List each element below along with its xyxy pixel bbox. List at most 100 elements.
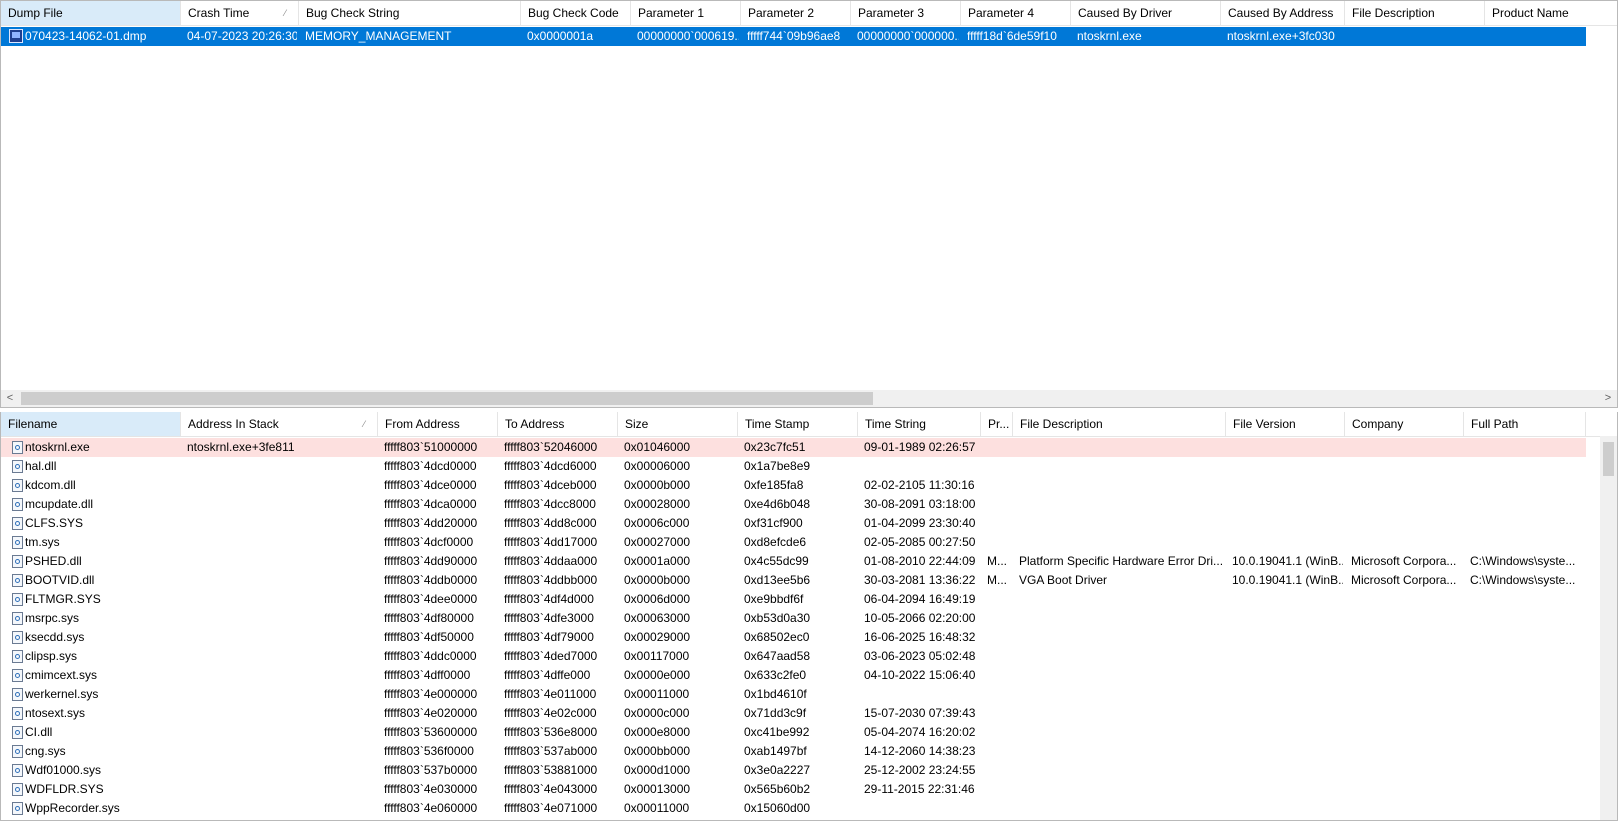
cell-time-string: 01-04-2099 23:30:40 xyxy=(864,516,976,530)
cell-file-version xyxy=(1232,742,1343,761)
cell-from-address: fffff803`4ddc0000 xyxy=(384,649,477,663)
cell-size: 0x00029000 xyxy=(624,630,691,644)
cell-full-path xyxy=(1470,590,1584,609)
module-file-icon xyxy=(12,612,23,625)
column-header-caused-by-driver[interactable]: Caused By Driver xyxy=(1071,1,1221,25)
column-header-crash-time[interactable]: Crash Time ⁄ xyxy=(181,1,299,25)
vertical-scrollbar[interactable] xyxy=(1600,436,1617,820)
cell-address-in-stack xyxy=(187,685,376,704)
driver-row[interactable]: FLTMGR.SYS fffff803`4dee0000 fffff803`4df4… xyxy=(1,590,1586,609)
column-header-dump-file[interactable]: Dump File xyxy=(1,1,181,25)
cell-file-description xyxy=(1351,27,1483,46)
driver-row[interactable]: msrpc.sys fffff803`4df80000 fffff803`4dfe3… xyxy=(1,609,1586,628)
cell-full-path xyxy=(1470,438,1584,457)
column-header-parameter-3[interactable]: Parameter 3 xyxy=(851,1,961,25)
driver-row[interactable]: mcupdate.dll fffff803`4dca0000 fffff803`4d… xyxy=(1,495,1586,514)
driver-row[interactable]: cmimcext.sys fffff803`4dff0000 fffff803`4d… xyxy=(1,666,1586,685)
module-file-icon xyxy=(12,669,23,682)
driver-row[interactable]: WppRecorder.sys fffff803`4e060000 fffff803… xyxy=(1,799,1586,818)
column-header-full-path[interactable]: Full Path xyxy=(1464,412,1586,436)
cell-address-in-stack xyxy=(187,495,376,514)
module-file-icon xyxy=(12,650,23,663)
horizontal-scrollbar[interactable]: < > xyxy=(1,390,1617,407)
driver-row[interactable]: ntosext.sys fffff803`4e020000 fffff803`4e0… xyxy=(1,704,1586,723)
cell-file-description xyxy=(1019,723,1224,742)
scrollbar-thumb[interactable] xyxy=(21,392,873,405)
column-header-time-stamp[interactable]: Time Stamp xyxy=(738,412,858,436)
column-header-label: Address In Stack xyxy=(188,417,279,431)
driver-row[interactable]: werkernel.sys fffff803`4e000000 fffff803`4… xyxy=(1,685,1586,704)
crash-dump-row[interactable]: 070423-14062-01.dmp 04-07-2023 20:26:30 ME… xyxy=(1,27,1586,46)
column-header-label: Parameter 1 xyxy=(638,6,705,20)
column-header-product-name[interactable]: Product Name xyxy=(1485,1,1617,25)
column-header-bug-check-string[interactable]: Bug Check String xyxy=(299,1,521,25)
column-header-filename[interactable]: Filename xyxy=(1,412,181,436)
cell-from-address: fffff803`4e000000 xyxy=(384,687,478,701)
column-header-bug-check-code[interactable]: Bug Check Code xyxy=(521,1,631,25)
column-header-size[interactable]: Size xyxy=(618,412,738,436)
driver-row[interactable]: ksecdd.sys fffff803`4df50000 fffff803`4df7… xyxy=(1,628,1586,647)
scroll-left-icon[interactable]: < xyxy=(1,390,19,407)
driver-row[interactable]: hal.dll fffff803`4dcd0000 fffff803`4dcd600… xyxy=(1,457,1586,476)
cell-to-address: fffff803`4dcd6000 xyxy=(504,459,597,473)
column-header-file-description[interactable]: File Description xyxy=(1013,412,1226,436)
scrollbar-thumb[interactable] xyxy=(1603,442,1614,476)
cell-file-version xyxy=(1232,533,1343,552)
cell-from-address: fffff803`4dce0000 xyxy=(384,478,477,492)
cell-pr xyxy=(987,685,1011,704)
cell-bug-check-string: MEMORY_MANAGEMENT xyxy=(305,29,452,43)
cell-pr xyxy=(987,514,1011,533)
driver-row[interactable]: kdcom.dll fffff803`4dce0000 fffff803`4dceb… xyxy=(1,476,1586,495)
column-header-pr[interactable]: Pr... xyxy=(981,412,1013,436)
column-header-caused-by-address[interactable]: Caused By Address xyxy=(1221,1,1345,25)
driver-row[interactable]: tm.sys fffff803`4dcf0000 fffff803`4dd17000… xyxy=(1,533,1586,552)
cell-time-stamp: 0x633c2fe0 xyxy=(744,668,807,682)
column-header-address-in-stack[interactable]: Address In Stack ⁄ xyxy=(181,412,378,436)
column-header-file-version[interactable]: File Version xyxy=(1226,412,1345,436)
cell-company xyxy=(1351,704,1462,723)
cell-time-string xyxy=(864,457,979,476)
column-header-parameter-2[interactable]: Parameter 2 xyxy=(741,1,851,25)
cell-size: 0x000e8000 xyxy=(624,725,691,739)
driver-row[interactable]: ntoskrnl.exe ntoskrnl.exe+3fe811 fffff803`… xyxy=(1,438,1586,457)
scroll-right-icon[interactable]: > xyxy=(1599,390,1617,407)
cell-file-description: VGA Boot Driver xyxy=(1019,573,1108,587)
cell-to-address: fffff803`4df79000 xyxy=(504,630,594,644)
module-file-icon xyxy=(12,460,23,473)
module-file-icon xyxy=(12,802,23,815)
driver-row[interactable]: CLFS.SYS fffff803`4dd20000 fffff803`4dd8c0… xyxy=(1,514,1586,533)
driver-row[interactable]: Wdf01000.sys fffff803`537b0000 fffff803`53… xyxy=(1,761,1586,780)
cell-filename: ntoskrnl.exe xyxy=(25,440,90,454)
cell-file-description xyxy=(1019,457,1224,476)
cell-parameter-3: 00000000`000000... xyxy=(857,29,959,43)
module-file-icon xyxy=(12,707,23,720)
cell-size: 0x0000b000 xyxy=(624,573,691,587)
column-header-time-string[interactable]: Time String xyxy=(858,412,981,436)
column-header-from-address[interactable]: From Address xyxy=(378,412,498,436)
cell-file-version xyxy=(1232,590,1343,609)
cell-pr xyxy=(987,647,1011,666)
column-header-parameter-1[interactable]: Parameter 1 xyxy=(631,1,741,25)
column-header-file-description[interactable]: File Description xyxy=(1345,1,1485,25)
driver-row[interactable]: WDFLDR.SYS fffff803`4e030000 fffff803`4e04… xyxy=(1,780,1586,799)
column-header-to-address[interactable]: To Address xyxy=(498,412,618,436)
column-header-company[interactable]: Company xyxy=(1345,412,1464,436)
dump-file-icon xyxy=(9,29,23,43)
driver-row[interactable]: PSHED.dll fffff803`4dd90000 fffff803`4ddaa… xyxy=(1,552,1586,571)
cell-file-version: 10.0.19041.1 (WinB... xyxy=(1232,554,1343,568)
driver-row[interactable]: BOOTVID.dll fffff803`4ddb0000 fffff803`4dd… xyxy=(1,571,1586,590)
cell-file-version xyxy=(1232,723,1343,742)
module-file-icon xyxy=(12,783,23,796)
cell-time-stamp: 0xf31cf900 xyxy=(744,516,803,530)
cell-file-version xyxy=(1232,628,1343,647)
module-file-icon xyxy=(12,593,23,606)
cell-time-stamp: 0x68502ec0 xyxy=(744,630,810,644)
cell-company xyxy=(1351,438,1462,457)
driver-row[interactable]: clipsp.sys fffff803`4ddc0000 fffff803`4ded… xyxy=(1,647,1586,666)
driver-row[interactable]: cng.sys fffff803`536f0000 fffff803`537ab00… xyxy=(1,742,1586,761)
cell-filename: Wdf01000.sys xyxy=(25,763,102,777)
driver-row[interactable]: CI.dll fffff803`53600000 fffff803`536e8000… xyxy=(1,723,1586,742)
column-header-parameter-4[interactable]: Parameter 4 xyxy=(961,1,1071,25)
cell-address-in-stack xyxy=(187,571,376,590)
column-header-label: Size xyxy=(625,417,649,431)
